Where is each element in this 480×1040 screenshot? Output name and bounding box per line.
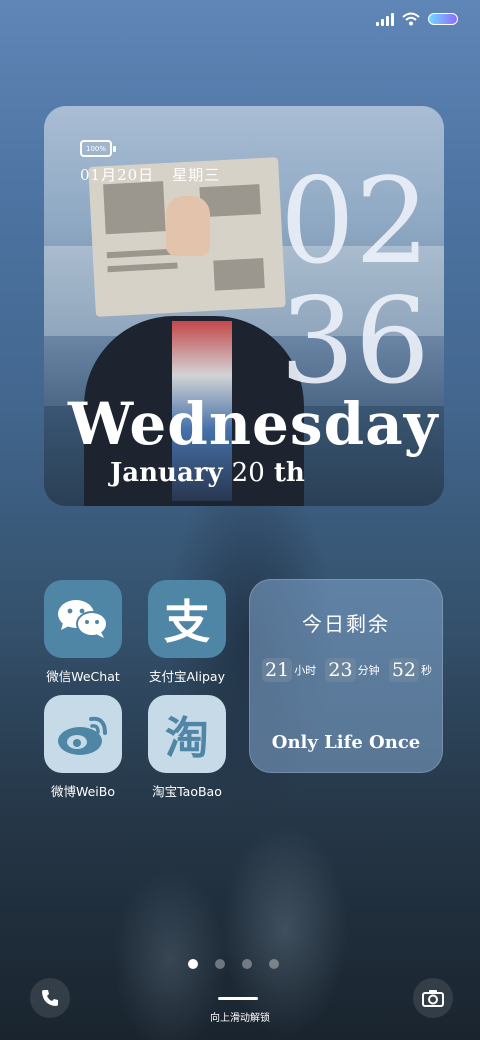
wechat-tile[interactable] — [44, 580, 122, 658]
app-label: 微信WeChat — [46, 669, 120, 684]
app-taobao[interactable]: 淘 淘宝TaoBao — [147, 695, 227, 800]
taobao-tile[interactable]: 淘 — [148, 695, 226, 773]
camera-icon — [422, 990, 444, 1007]
photo-hand — [166, 196, 210, 256]
weekday-en-text: Wednesday — [68, 390, 439, 458]
countdown-seconds-unit: 秒 — [421, 664, 432, 677]
clock-hour: 02 — [279, 152, 430, 290]
alipay-tile[interactable]: 支 — [148, 580, 226, 658]
countdown-motto: Only Life Once — [271, 732, 421, 753]
unlock-swipe-bar[interactable] — [218, 997, 258, 1000]
page-dot[interactable] — [242, 959, 252, 969]
battery-icon: 100% — [80, 140, 116, 157]
app-alipay[interactable]: 支 支付宝Alipay — [147, 580, 227, 685]
weekday-cn-text: 星期三 — [172, 166, 221, 184]
countdown-hours-unit: 小时 — [294, 664, 317, 677]
month-day-line: January 20 th — [110, 458, 305, 488]
wifi-icon — [402, 12, 420, 26]
countdown-minutes-unit: 分钟 — [357, 664, 380, 677]
date-line: 01月20日 星期三 — [80, 164, 220, 185]
phone-icon — [42, 990, 58, 1006]
page-indicator — [188, 959, 279, 969]
countdown-seconds-value: 52 — [388, 658, 419, 682]
unlock-hint: 向上滑动解锁 — [210, 1013, 270, 1024]
month-day-prefix: January — [110, 458, 232, 488]
taobao-icon: 淘 — [165, 713, 209, 764]
countdown-widget[interactable]: 今日剩余 21 小时 23 分钟 52 秒 Only Life Once — [249, 579, 443, 773]
countdown-hours: 21 小时 — [262, 658, 316, 682]
countdown-minutes: 23 分钟 — [325, 658, 380, 682]
page-dot-active[interactable] — [188, 959, 198, 969]
app-wechat[interactable]: 微信WeChat — [43, 580, 123, 685]
clock-photo-widget[interactable]: 100% 01月20日 星期三 02 36 Wednesday January 2… — [44, 106, 444, 506]
battery-level-label: 100% — [85, 144, 106, 153]
page-dot[interactable] — [269, 959, 279, 969]
signal-bars-icon — [376, 12, 394, 26]
weibo-icon — [58, 716, 107, 755]
month-day-number: 20 — [231, 458, 265, 488]
clock-minute: 36 — [279, 272, 430, 410]
countdown-title: 今日剩余 — [302, 612, 390, 636]
wechat-icon — [58, 600, 108, 638]
app-label: 微博WeiBo — [50, 784, 115, 799]
countdown-row: 21 小时 23 分钟 52 秒 — [262, 658, 432, 682]
month-day-suffix: th — [264, 458, 305, 488]
countdown-hours-value: 21 — [262, 658, 293, 682]
countdown-minutes-value: 23 — [325, 658, 356, 682]
battery-pill-icon — [428, 13, 458, 25]
status-bar — [376, 12, 458, 26]
alipay-icon: 支 — [164, 595, 210, 649]
page-dot[interactable] — [215, 959, 225, 969]
app-label: 淘宝TaoBao — [152, 784, 222, 799]
weibo-tile[interactable] — [44, 695, 122, 773]
app-weibo[interactable]: 微博WeiBo — [43, 695, 123, 800]
app-label: 支付宝Alipay — [149, 669, 225, 684]
countdown-seconds: 52 秒 — [388, 658, 432, 682]
date-text: 01月20日 — [80, 166, 155, 184]
